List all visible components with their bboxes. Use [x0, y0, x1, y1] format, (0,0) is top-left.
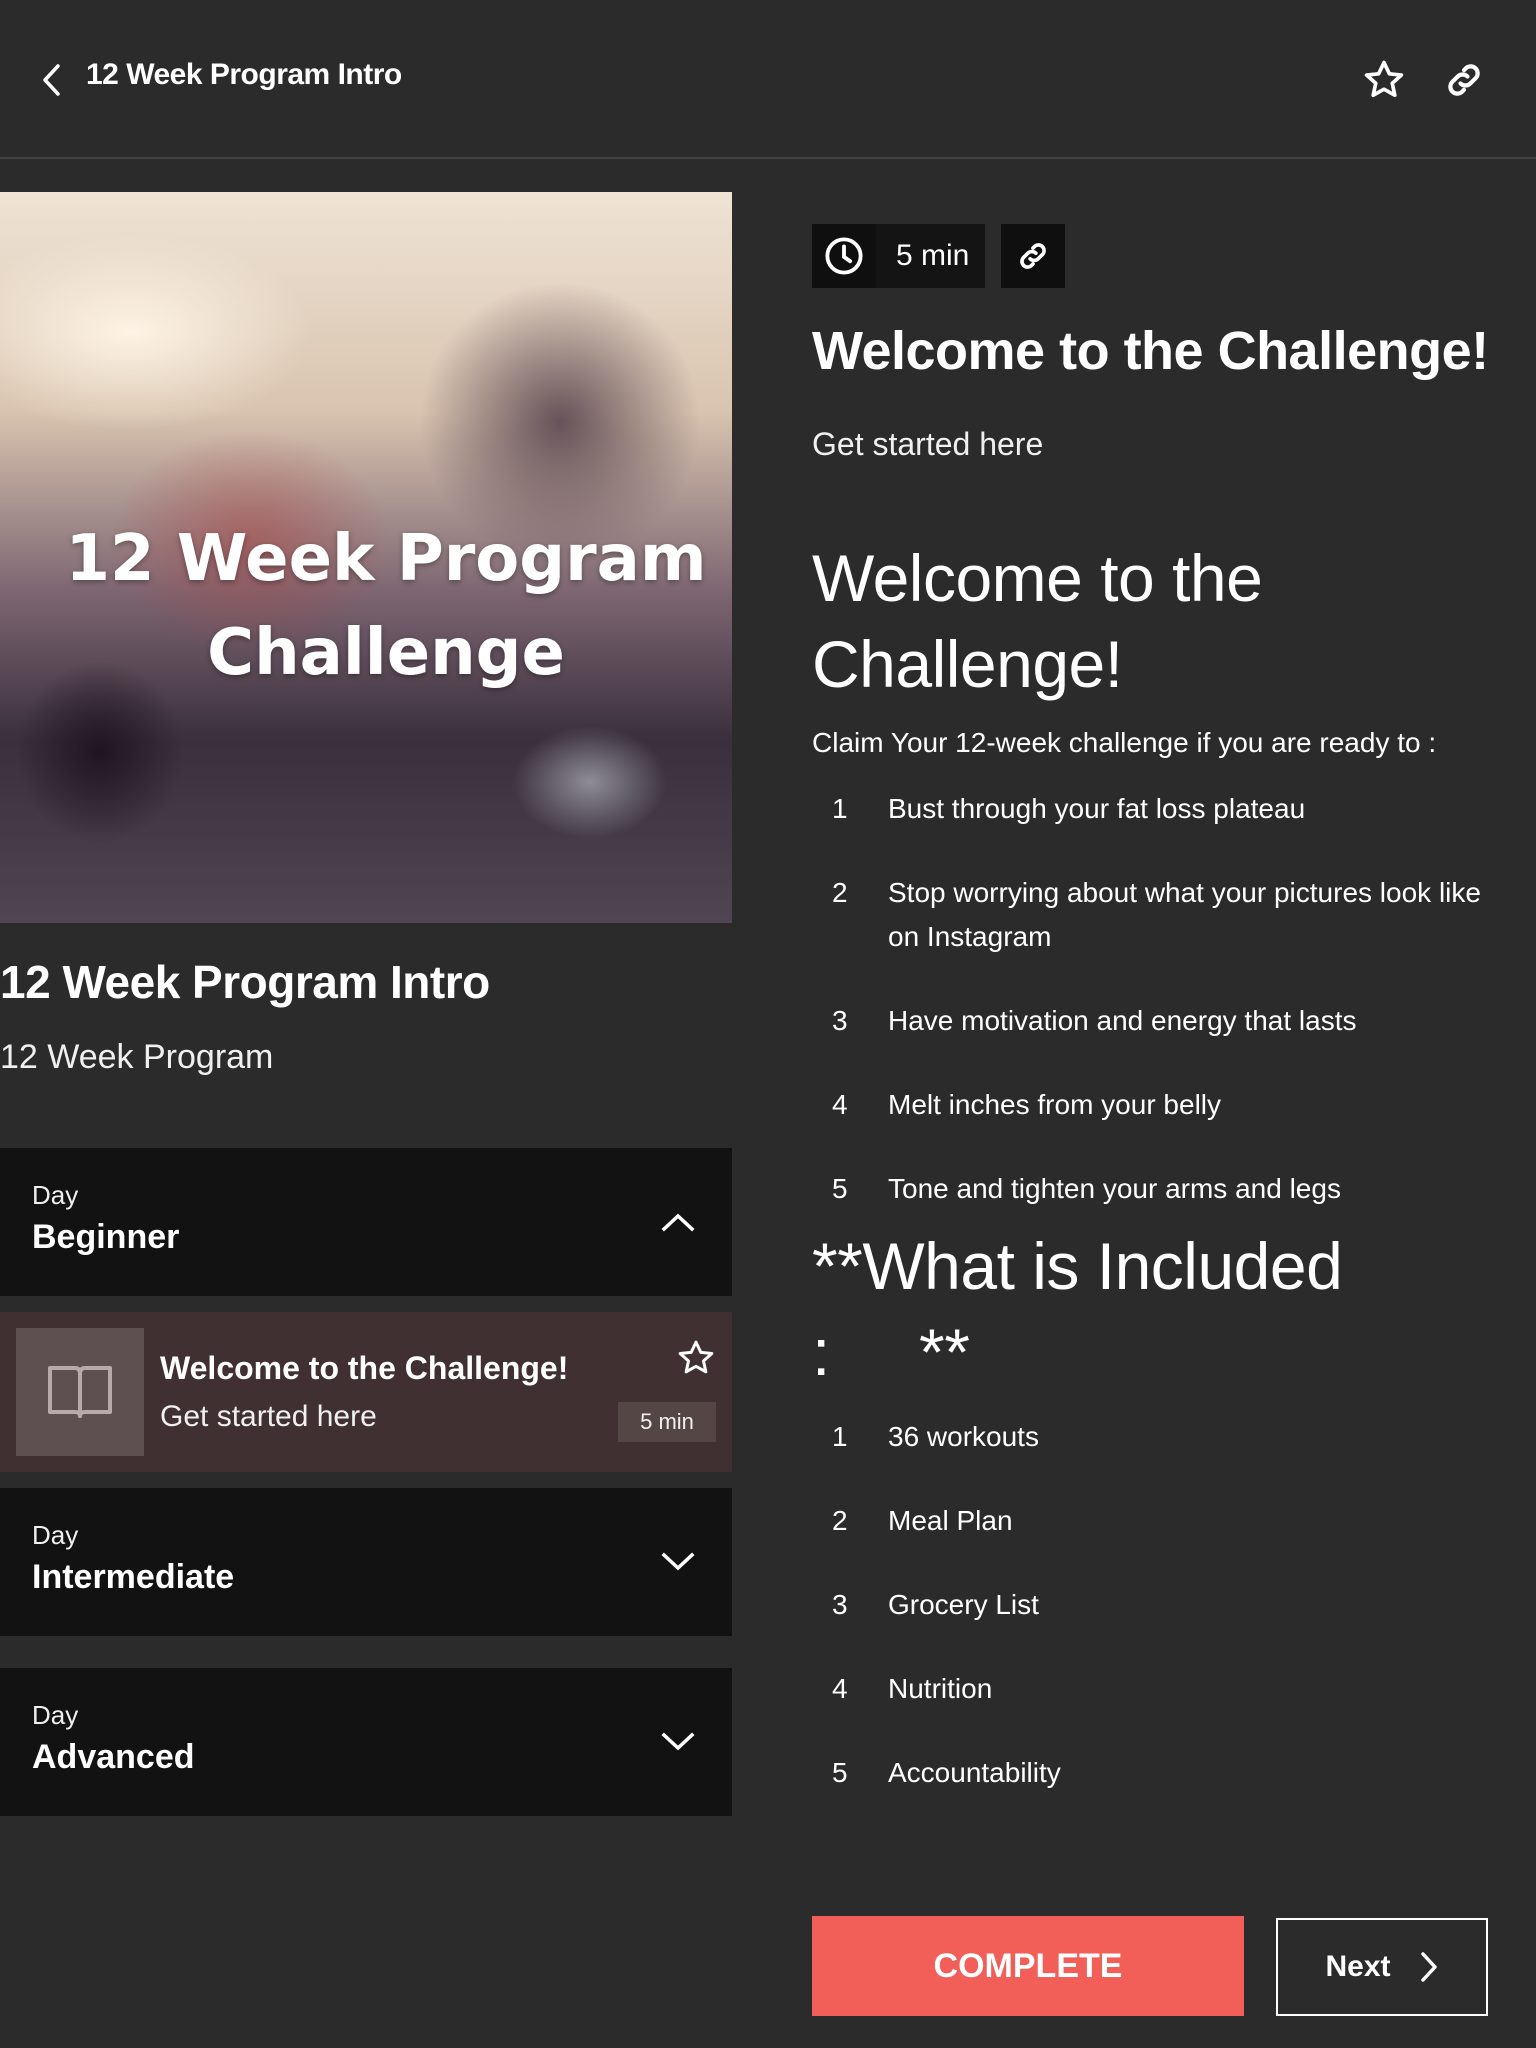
list-text: Meal Plan — [888, 1505, 1013, 1536]
list-text: 36 workouts — [888, 1421, 1039, 1452]
star-icon — [678, 1340, 714, 1374]
next-button[interactable]: Next — [1276, 1918, 1488, 2016]
list-text: Accountability — [888, 1757, 1061, 1788]
list-item: 3 Grocery List — [812, 1583, 1502, 1627]
section-name: Advanced — [32, 1738, 195, 1776]
list-item: 4 Melt inches from your belly — [812, 1083, 1502, 1127]
section-name: Intermediate — [32, 1558, 235, 1596]
list-item: 4 Nutrition — [812, 1667, 1502, 1711]
list-number: 3 — [832, 1589, 848, 1620]
favorite-button[interactable] — [1360, 56, 1408, 104]
list-number: 1 — [832, 1421, 848, 1452]
collapse-toggle[interactable] — [656, 1200, 700, 1244]
section-advanced[interactable]: Day Advanced — [0, 1668, 732, 1816]
list-item: 1 Bust through your fat loss plateau — [812, 787, 1502, 831]
list-number: 2 — [832, 877, 848, 908]
list-item: 3 Have motivation and energy that lasts — [812, 999, 1502, 1043]
included-heading-line-1: **What is Included — [812, 1229, 1343, 1303]
included-heading-line-2: : ** — [812, 1315, 970, 1389]
section-intermediate[interactable]: Day Intermediate — [0, 1488, 732, 1636]
list-item: 1 36 workouts — [812, 1415, 1502, 1459]
list-text: Grocery List — [888, 1589, 1039, 1620]
page-title: 12 Week Program Intro — [86, 58, 402, 91]
lesson-description: Get started here — [812, 426, 1044, 462]
star-icon — [1364, 60, 1404, 98]
copy-link-button[interactable] — [1001, 224, 1066, 288]
list-item: 2 Stop worrying about what your pictures … — [812, 871, 1502, 959]
list-number: 5 — [832, 1173, 848, 1204]
lesson-thumbnail — [16, 1328, 144, 1456]
chevron-right-icon — [1420, 1952, 1437, 1982]
lesson-heading: Welcome to the Challenge! — [812, 321, 1489, 381]
included-list: 1 36 workouts 2 Meal Plan 3 Grocery List 4 N… — [812, 1415, 1502, 1795]
goals-list: 1 Bust through your fat loss plateau 2 Sto… — [812, 787, 1502, 1211]
complete-button[interactable]: COMPLETE — [812, 1916, 1244, 2016]
lesson-subtitle: Get started here — [160, 1400, 377, 1433]
clock-icon — [825, 237, 863, 275]
content-heading: Welcome to the Challenge! — [812, 541, 1263, 701]
lesson-list-item[interactable]: Welcome to the Challenge! Get started he… — [0, 1312, 732, 1472]
program-cover-image: 12 Week Program Challenge — [0, 192, 732, 923]
section-kicker: Day — [32, 1520, 79, 1550]
list-text: Tone and tighten your arms and legs — [888, 1173, 1341, 1204]
lesson-meta-row: 5 min — [812, 224, 1066, 288]
program-title: 12 Week Program Intro — [0, 956, 490, 1008]
program-subtitle: 12 Week Program — [0, 1038, 274, 1076]
chevron-up-icon — [661, 1213, 695, 1232]
link-icon — [1448, 64, 1480, 96]
list-number: 5 — [832, 1757, 848, 1788]
included-heading: **What is Included : ** — [812, 1223, 1502, 1395]
list-number: 4 — [832, 1089, 848, 1120]
section-kicker: Day — [32, 1700, 79, 1730]
top-bar: 12 Week Program Intro — [0, 0, 1536, 159]
list-text: Stop worrying about what your pictures l… — [888, 877, 1481, 952]
list-text: Have motivation and energy that lasts — [888, 1005, 1357, 1036]
lesson-content: Welcome to the Challenge! Claim Your 12-… — [812, 535, 1502, 1835]
list-item: 2 Meal Plan — [812, 1499, 1502, 1543]
cover-text-line-2: Challenge — [207, 616, 565, 690]
lesson-favorite-button[interactable] — [674, 1336, 718, 1380]
list-number: 2 — [832, 1505, 848, 1536]
list-number: 1 — [832, 793, 848, 824]
chevron-down-icon — [661, 1732, 695, 1751]
next-label: Next — [1325, 1950, 1391, 1983]
list-number: 3 — [832, 1005, 848, 1036]
expand-toggle[interactable] — [656, 1540, 700, 1584]
clock-icon-box — [812, 224, 876, 288]
list-text: Bust through your fat loss plateau — [888, 793, 1306, 824]
list-text: Nutrition — [888, 1673, 993, 1704]
expand-toggle[interactable] — [656, 1720, 700, 1764]
chevron-down-icon — [661, 1552, 695, 1571]
content-intro: Claim Your 12-week challenge if you are … — [812, 727, 1437, 758]
lesson-duration-badge: 5 min — [618, 1402, 716, 1442]
back-chevron-icon — [43, 64, 60, 96]
list-number: 4 — [832, 1673, 848, 1704]
section-name: Beginner — [32, 1218, 180, 1256]
back-button[interactable] — [36, 60, 68, 100]
lesson-title: Welcome to the Challenge! — [160, 1350, 569, 1386]
section-kicker: Day — [32, 1180, 79, 1210]
list-text: Melt inches from your belly — [888, 1089, 1222, 1120]
duration-chip: 5 min — [812, 224, 986, 288]
link-icon — [1020, 243, 1047, 269]
list-item: 5 Accountability — [812, 1751, 1502, 1795]
list-item: 5 Tone and tighten your arms and legs — [812, 1167, 1502, 1211]
share-link-button[interactable] — [1440, 56, 1488, 104]
cover-text-line-1: 12 Week Program — [65, 522, 707, 596]
cover-overlay-text: 12 Week Program Challenge — [0, 512, 732, 700]
book-icon — [48, 1366, 112, 1418]
duration-text: 5 min — [896, 239, 970, 272]
section-beginner[interactable]: Day Beginner — [0, 1148, 732, 1296]
